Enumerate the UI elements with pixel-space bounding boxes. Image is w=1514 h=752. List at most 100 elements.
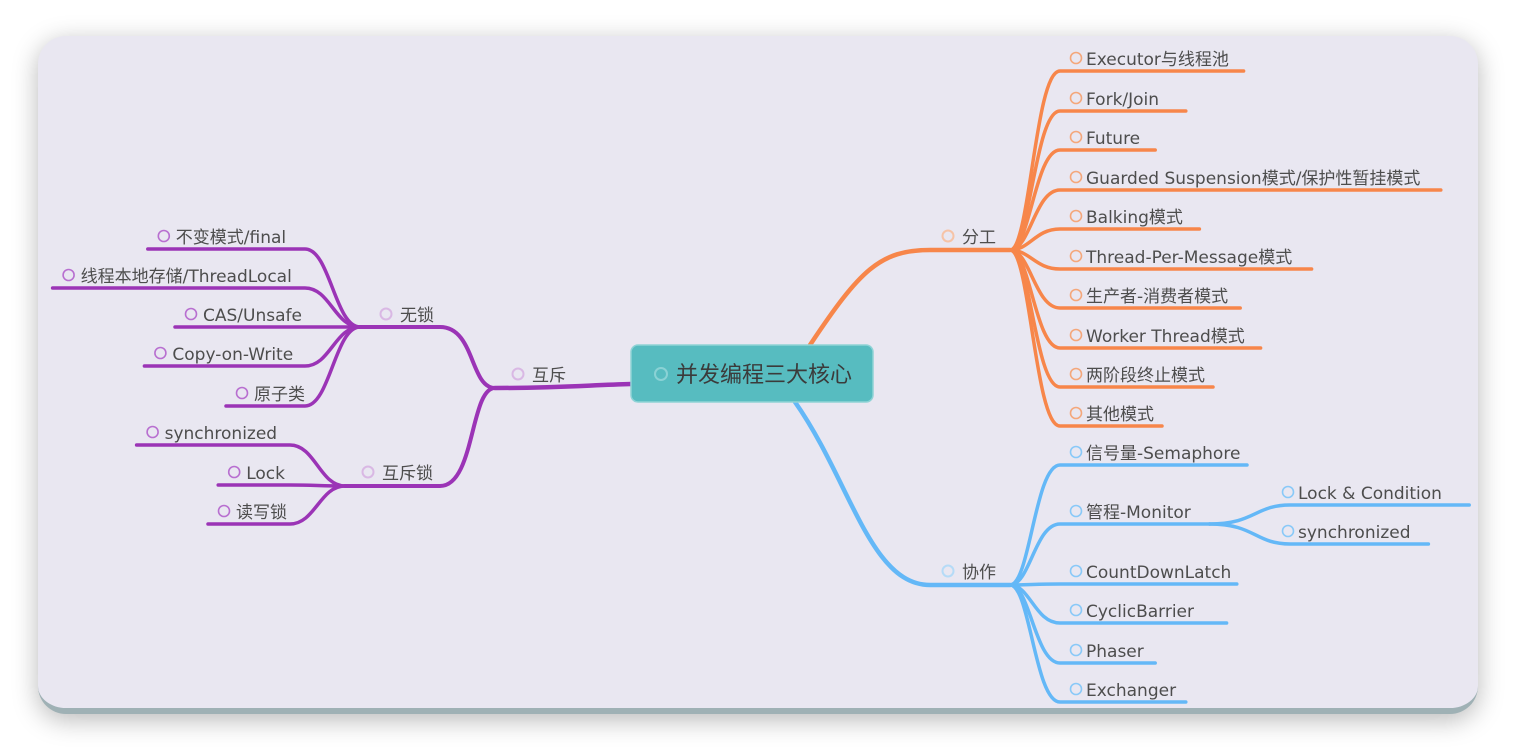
- node-ring-icon: [1069, 445, 1083, 459]
- leaf-node[interactable]: Fork/Join: [1069, 90, 1160, 110]
- leaf-node[interactable]: Phaser: [1069, 642, 1144, 662]
- node-label: 两阶段终止模式: [1086, 366, 1205, 386]
- branch-label: 互斥: [532, 366, 566, 386]
- leaf-node[interactable]: 其他模式: [1069, 405, 1155, 425]
- connector-line: [134, 443, 347, 488]
- node-ring-icon: [1069, 130, 1083, 144]
- node-label: 信号量-Semaphore: [1086, 444, 1240, 464]
- node-ring-icon: [1069, 51, 1083, 65]
- leaf-node[interactable]: 信号量-Semaphore: [1069, 444, 1241, 464]
- node-label: CyclicBarrier: [1086, 602, 1194, 622]
- node-ring-icon: [217, 504, 231, 518]
- node-label: Fork/Join: [1086, 90, 1159, 110]
- branch-collapse-icon[interactable]: [941, 564, 955, 578]
- node-ring-icon: [1069, 564, 1083, 578]
- leaf-node[interactable]: Guarded Suspension模式/保护性暂挂模式: [1069, 169, 1421, 189]
- node-label: synchronized: [165, 424, 278, 444]
- connector-line: [216, 483, 347, 488]
- leaf-node[interactable]: Executor与线程池: [1069, 50, 1229, 70]
- leaf-node[interactable]: synchronized: [1281, 523, 1411, 543]
- node-label: 线程本地存储/ThreadLocal: [81, 267, 292, 287]
- node-ring-icon: [1069, 328, 1083, 342]
- leaf-node[interactable]: 读写锁: [217, 503, 288, 523]
- leaf-node[interactable]: CyclicBarrier: [1069, 602, 1195, 622]
- branch-label: 分工: [962, 228, 996, 248]
- leaf-node[interactable]: Worker Thread模式: [1069, 327, 1245, 347]
- connector-line: [1008, 582, 1239, 587]
- leaf-node[interactable]: Lock & Condition: [1281, 484, 1442, 504]
- connector-line: [1008, 188, 1443, 252]
- leaf-node[interactable]: CAS/Unsafe: [184, 306, 302, 326]
- node-label: Lock & Condition: [1298, 484, 1442, 504]
- leaf-node[interactable]: 原子类: [235, 385, 306, 405]
- node-ring-icon: [1281, 485, 1295, 499]
- mindmap: 并发编程三大核心 分工 Executor与线程池 Fork/Join Future G…: [50, 50, 1471, 704]
- connector-line: [1008, 227, 1202, 252]
- node-label: synchronized: [1298, 523, 1411, 543]
- sub-branch-node[interactable]: 互斥锁: [361, 464, 434, 484]
- node-ring-icon: [1069, 91, 1083, 105]
- node-ring-icon: [235, 386, 249, 400]
- leaf-node[interactable]: 管程-Monitor: [1069, 503, 1191, 523]
- sub-branch-collapse-icon[interactable]: [361, 465, 375, 479]
- node-label: 不变模式/final: [176, 228, 286, 248]
- root-node-label: 并发编程三大核心: [676, 363, 852, 388]
- leaf-node[interactable]: Thread-Per-Message模式: [1069, 248, 1293, 268]
- node-label: Copy-on-Write: [172, 345, 293, 365]
- node-ring-icon: [1069, 682, 1083, 696]
- node-label: 其他模式: [1086, 405, 1154, 425]
- leaf-node[interactable]: Exchanger: [1069, 681, 1177, 701]
- node-ring-icon: [62, 268, 75, 282]
- node-ring-icon: [1069, 209, 1083, 223]
- node-label: Executor与线程池: [1086, 50, 1229, 70]
- node-label: Exchanger: [1086, 681, 1176, 701]
- root-node[interactable]: 并发编程三大核心: [630, 344, 874, 403]
- node-label: 原子类: [254, 385, 305, 405]
- branch-fengong[interactable]: 分工: [941, 228, 997, 248]
- node-label: Future: [1086, 129, 1140, 149]
- node-label: CountDownLatch: [1086, 563, 1231, 583]
- leaf-node[interactable]: 生产者-消费者模式: [1069, 287, 1229, 307]
- node-ring-icon: [1069, 170, 1083, 184]
- leaf-node[interactable]: 两阶段终止模式: [1069, 366, 1206, 386]
- leaf-node[interactable]: Future: [1069, 129, 1141, 149]
- node-ring-icon: [146, 425, 159, 439]
- node-label: 互斥锁: [382, 464, 433, 484]
- branch-collapse-icon[interactable]: [511, 367, 525, 381]
- leaf-node[interactable]: CountDownLatch: [1069, 563, 1232, 583]
- node-ring-icon: [1069, 504, 1083, 518]
- node-ring-icon: [1069, 367, 1083, 381]
- branch-collapse-icon[interactable]: [941, 229, 955, 243]
- sub-branch-node[interactable]: 无锁: [379, 306, 435, 326]
- leaf-node[interactable]: 线程本地存储/ThreadLocal: [62, 267, 292, 287]
- leaf-node[interactable]: Copy-on-Write: [154, 345, 293, 365]
- node-ring-icon: [1069, 643, 1083, 657]
- sub-branch-collapse-icon[interactable]: [379, 307, 393, 321]
- leaf-node[interactable]: Lock: [227, 464, 285, 484]
- branch-label: 协作: [962, 563, 996, 583]
- node-label: Thread-Per-Message模式: [1085, 248, 1292, 268]
- node-label: Worker Thread模式: [1086, 327, 1245, 347]
- branch-xiezuo[interactable]: 协作: [941, 563, 997, 583]
- node-ring-icon: [157, 229, 171, 243]
- leaf-node[interactable]: 不变模式/final: [157, 228, 286, 248]
- node-label: 读写锁: [236, 503, 287, 523]
- node-ring-icon: [1069, 288, 1083, 302]
- node-label: Lock: [246, 464, 285, 484]
- node-label: Guarded Suspension模式/保护性暂挂模式: [1086, 169, 1420, 189]
- node-ring-icon: [1069, 406, 1083, 420]
- node-ring-icon: [154, 346, 167, 360]
- node-label: Balking模式: [1086, 208, 1183, 228]
- leaf-node[interactable]: synchronized: [146, 424, 278, 444]
- connector-line: [358, 325, 497, 390]
- node-ring-icon: [1069, 603, 1083, 617]
- node-label: CAS/Unsafe: [203, 306, 302, 326]
- connector-line: [792, 399, 1013, 588]
- branch-huchi[interactable]: 互斥: [511, 366, 567, 386]
- node-label: 生产者-消费者模式: [1086, 287, 1228, 307]
- node-label: 管程-Monitor: [1086, 503, 1191, 523]
- connector-line: [1207, 503, 1471, 526]
- node-ring-icon: [1281, 524, 1295, 538]
- leaf-node[interactable]: Balking模式: [1069, 208, 1183, 228]
- node-ring-icon: [1069, 249, 1083, 263]
